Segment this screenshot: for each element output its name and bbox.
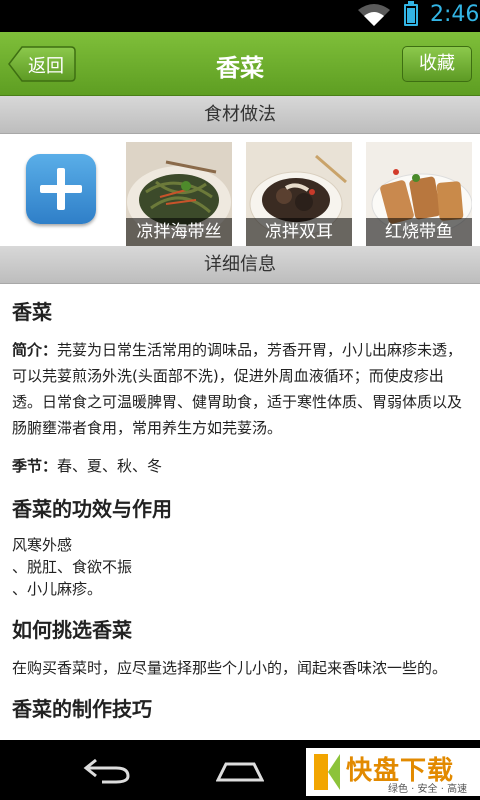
detail-content[interactable]: 香菜 简介：芫荽为日常生活常用的调味品，芳香开胃，小儿出麻疹未透，可以芫荽煎汤外… bbox=[0, 284, 480, 740]
battery-icon bbox=[404, 1, 418, 26]
effects-list: 风寒外感 、脱肛、食欲不振 、小儿麻疹。 bbox=[12, 534, 468, 600]
effects-line: 风寒外感 bbox=[12, 536, 73, 554]
home-nav-icon[interactable] bbox=[216, 760, 264, 782]
choose-text: 在购买香菜时，应尽量选择那些个儿小的，闻起来香味浓一些的。 bbox=[12, 659, 448, 677]
status-bar: 2:46 bbox=[0, 0, 480, 32]
title-bar: 返回 香菜 收藏 bbox=[0, 32, 480, 96]
watermark-icon bbox=[314, 754, 340, 790]
recipe-card[interactable]: 红烧带鱼 bbox=[366, 142, 472, 246]
effects-line: 、小儿麻疹。 bbox=[12, 580, 103, 598]
choose-heading: 如何挑选香菜 bbox=[12, 618, 132, 642]
recipe-card[interactable]: 凉拌双耳 bbox=[246, 142, 352, 246]
navigation-bar: 快盘下载 绿色 · 安全 · 高速 bbox=[0, 740, 480, 800]
recipes-section-header: 食材做法 bbox=[0, 96, 480, 134]
intro-label: 简介： bbox=[12, 341, 58, 359]
effects-heading: 香菜的功效与作用 bbox=[12, 497, 172, 521]
favorite-button[interactable]: 收藏 bbox=[402, 46, 472, 82]
back-nav-icon[interactable] bbox=[82, 756, 132, 784]
recipe-strip[interactable]: 凉拌海带丝 凉拌双耳 红烧带鱼 bbox=[0, 134, 480, 246]
details-section-header: 详细信息 bbox=[0, 246, 480, 284]
intro-text: 芫荽为日常生活常用的调味品，芳香开胃，小儿出麻疹未透，可以芫荽煎汤外洗(头面部不… bbox=[12, 341, 463, 437]
intro-paragraph: 简介：芫荽为日常生活常用的调味品，芳香开胃，小儿出麻疹未透，可以芫荽煎汤外洗(头… bbox=[12, 337, 468, 441]
season-paragraph: 季节：春、夏、秋、冬 bbox=[12, 453, 468, 479]
recipe-name: 凉拌双耳 bbox=[246, 218, 352, 246]
effects-line: 、脱肛、食欲不振 bbox=[12, 558, 133, 576]
ingredient-name: 香菜 bbox=[12, 300, 52, 324]
watermark-logo: 快盘下载 绿色 · 安全 · 高速 bbox=[306, 748, 480, 796]
add-recipe-button[interactable] bbox=[26, 154, 96, 224]
season-label: 季节： bbox=[12, 457, 58, 475]
clock: 2:46 bbox=[430, 2, 480, 27]
season-text: 春、夏、秋、冬 bbox=[57, 457, 163, 475]
recipe-name: 凉拌海带丝 bbox=[126, 218, 232, 246]
wifi-icon bbox=[358, 4, 390, 26]
watermark-slogan: 绿色 · 安全 · 高速 bbox=[388, 784, 468, 795]
recipe-card[interactable]: 凉拌海带丝 bbox=[126, 142, 232, 246]
tips-heading: 香菜的制作技巧 bbox=[12, 697, 152, 721]
recipe-name: 红烧带鱼 bbox=[366, 218, 472, 246]
